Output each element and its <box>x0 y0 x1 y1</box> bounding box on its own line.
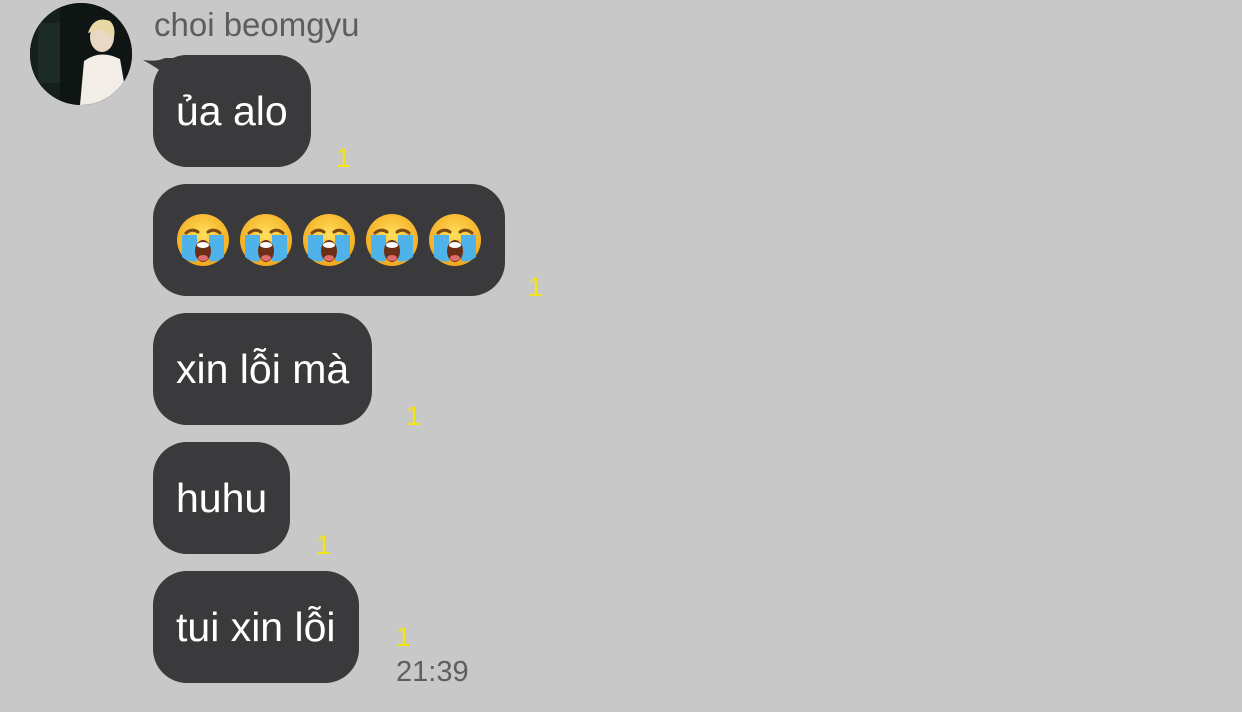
loudly-crying-face-icon <box>428 213 482 267</box>
sender-name: choi beomgyu <box>154 6 360 43</box>
loudly-crying-face-icon <box>176 213 230 267</box>
message-bubble[interactable]: tui xin lỗi <box>153 571 359 683</box>
message-text: ủa alo <box>176 88 288 134</box>
message-text: huhu <box>176 475 268 521</box>
message-text: xin lỗi mà <box>176 346 350 392</box>
unread-count: 1 <box>316 530 332 560</box>
loudly-crying-face-icon <box>302 213 356 267</box>
unread-count: 1 <box>396 622 412 652</box>
message-timestamp: 21:39 <box>396 656 469 688</box>
unread-count: 1 <box>406 401 422 431</box>
sender-avatar[interactable] <box>30 3 132 105</box>
loudly-crying-face-icon <box>365 213 419 267</box>
message-bubble[interactable]: xin lỗi mà <box>153 313 373 425</box>
loudly-crying-face-icon <box>239 213 293 267</box>
message-bubble[interactable]: huhu <box>153 442 291 554</box>
message-bubble[interactable] <box>153 184 505 296</box>
message-bubble[interactable]: ủa alo <box>153 55 311 167</box>
unread-count: 1 <box>336 143 352 173</box>
unread-count: 1 <box>528 272 544 302</box>
message-text: tui xin lỗi <box>176 604 336 650</box>
